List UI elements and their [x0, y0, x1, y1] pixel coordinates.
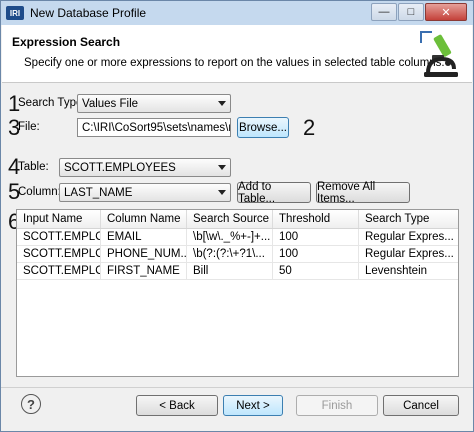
expressions-table[interactable]: Input Name Column Name Search Source Thr… — [16, 209, 459, 377]
table-row[interactable]: SCOTT.EMPLO... FIRST_NAME Bill 50 Levens… — [17, 263, 458, 280]
cell-threshold: 50 — [273, 263, 359, 280]
cell-search-source: \b[\w\._%+-]+... — [187, 229, 273, 246]
maximize-icon: □ — [407, 6, 415, 18]
footer-divider — [1, 387, 473, 388]
cell-column-name: FIRST_NAME — [101, 263, 187, 280]
help-icon[interactable]: ? — [21, 394, 41, 414]
table-select[interactable]: SCOTT.EMPLOYEES — [59, 158, 231, 177]
cell-column-name: EMAIL — [101, 229, 187, 246]
annotation-2: 2 — [303, 115, 316, 140]
column-value: LAST_NAME — [64, 186, 133, 199]
close-icon: ✕ — [441, 6, 451, 19]
finish-button[interactable]: Finish — [296, 395, 378, 416]
cell-input-name: SCOTT.EMPLO... — [17, 229, 101, 246]
search-type-label: Search Type: — [18, 97, 86, 109]
chevron-down-icon — [218, 101, 226, 106]
dialog-window: IRI New Database Profile — □ ✕ Expressio… — [0, 0, 474, 432]
table-row[interactable]: SCOTT.EMPLO... EMAIL \b[\w\._%+-]+... 10… — [17, 229, 458, 246]
column-header-column-name[interactable]: Column Name — [101, 210, 187, 228]
cell-threshold: 100 — [273, 229, 359, 246]
add-to-table-button[interactable]: Add to Table... — [237, 181, 311, 205]
window-controls: — □ ✕ — [371, 3, 467, 21]
header-banner: Expression Search Specify one or more ex… — [2, 25, 472, 83]
cell-search-type: Regular Expres... — [359, 246, 458, 263]
remove-all-items-button[interactable]: Remove All Items... — [316, 181, 410, 205]
search-type-select[interactable]: Values File — [77, 94, 231, 113]
cell-search-type: Levenshtein — [359, 263, 458, 280]
cell-search-source: Bill — [187, 263, 273, 280]
column-label: Column: — [18, 186, 61, 198]
column-header-search-source[interactable]: Search Source — [187, 210, 273, 228]
table-value: SCOTT.EMPLOYEES — [64, 161, 176, 174]
next-button[interactable]: Next > — [223, 395, 283, 416]
cell-search-source: \b(?:(?:\+?1\... — [187, 246, 273, 263]
microscope-icon — [420, 31, 458, 77]
app-logo-icon: IRI — [6, 6, 24, 20]
cancel-button[interactable]: Cancel — [383, 395, 459, 416]
page-title: Expression Search — [12, 35, 121, 49]
title-bar: IRI New Database Profile — □ ✕ — [1, 1, 473, 25]
table-label: Table: — [18, 161, 49, 173]
minimize-icon: — — [378, 6, 390, 18]
close-button[interactable]: ✕ — [425, 3, 467, 21]
table-header: Input Name Column Name Search Source Thr… — [17, 210, 458, 229]
cell-column-name: PHONE_NUM... — [101, 246, 187, 263]
search-type-value: Values File — [82, 97, 139, 110]
maximize-button[interactable]: □ — [398, 3, 424, 21]
column-header-search-type[interactable]: Search Type — [359, 210, 458, 228]
page-description: Specify one or more expressions to repor… — [24, 57, 445, 69]
cell-threshold: 100 — [273, 246, 359, 263]
column-header-threshold[interactable]: Threshold — [273, 210, 359, 228]
cell-search-type: Regular Expres... — [359, 229, 458, 246]
back-button[interactable]: < Back — [136, 395, 218, 416]
minimize-button[interactable]: — — [371, 3, 397, 21]
cell-input-name: SCOTT.EMPLO... — [17, 246, 101, 263]
column-header-input-name[interactable]: Input Name — [17, 210, 101, 228]
column-select[interactable]: LAST_NAME — [59, 183, 231, 202]
window-title: New Database Profile — [30, 6, 147, 20]
file-path-value: C:\IRI\CoSort95\sets\names\nam — [82, 121, 230, 134]
browse-button[interactable]: Browse... — [237, 117, 289, 138]
table-row[interactable]: SCOTT.EMPLO... PHONE_NUM... \b(?:(?:\+?1… — [17, 246, 458, 263]
chevron-down-icon — [218, 165, 226, 170]
cell-input-name: SCOTT.EMPLO... — [17, 263, 101, 280]
chevron-down-icon — [218, 190, 226, 195]
file-label: File: — [18, 121, 40, 133]
file-path-input[interactable]: C:\IRI\CoSort95\sets\names\nam — [77, 118, 231, 137]
